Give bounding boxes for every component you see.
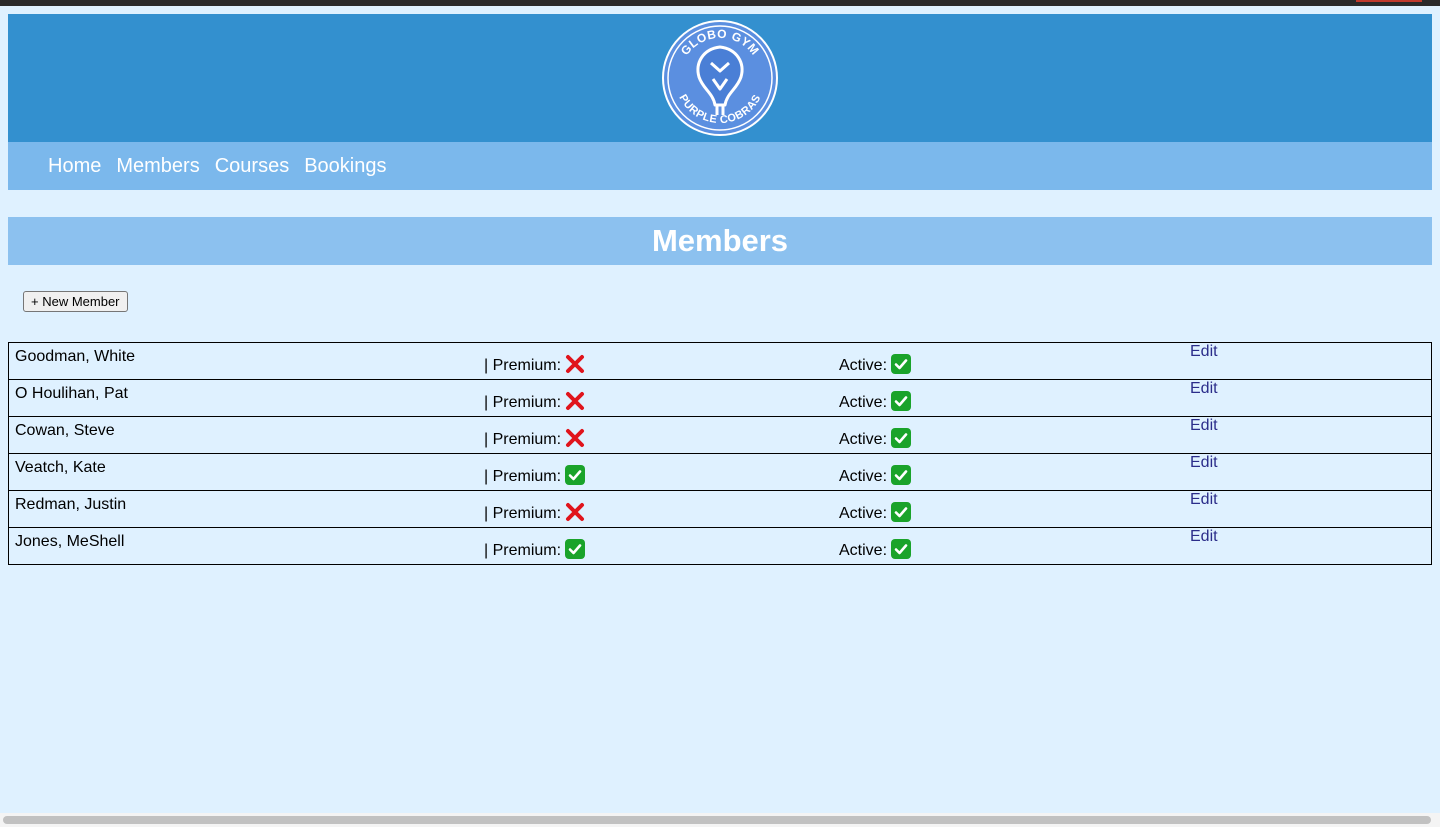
premium-status: | Premium:: [484, 354, 585, 375]
cross-mark-icon: [565, 354, 585, 374]
edit-member-link[interactable]: Edit: [1190, 380, 1218, 398]
edit-member-link[interactable]: Edit: [1190, 343, 1218, 361]
members-list: Goodman, White | Premium: Active: Edit O Hou…: [8, 342, 1432, 565]
cross-mark-icon: [565, 502, 585, 522]
premium-label: | Premium:: [484, 431, 562, 448]
check-mark-icon: [565, 465, 586, 485]
member-row: Veatch, Kate | Premium: Active: Edit: [8, 453, 1432, 491]
browser-top-bar: [0, 0, 1440, 6]
active-status: Active:: [839, 391, 912, 412]
member-name: Goodman, White: [15, 348, 136, 365]
header-banner: GLOBO GYM PURPLE COBRAS: [8, 14, 1432, 142]
member-row: Cowan, Steve | Premium: Active: Edit: [8, 416, 1432, 454]
edit-member-link[interactable]: Edit: [1190, 491, 1218, 509]
active-status: Active:: [839, 428, 912, 449]
main-nav: Home Members Courses Bookings: [8, 142, 1432, 190]
check-mark-icon: [891, 428, 912, 448]
check-mark-icon: [565, 539, 586, 559]
premium-label: | Premium:: [484, 468, 562, 485]
member-name: O Houlihan, Pat: [15, 385, 128, 402]
premium-label: | Premium:: [484, 505, 562, 522]
member-row: Redman, Justin | Premium: Active: Edit: [8, 490, 1432, 528]
nav-bookings-link[interactable]: Bookings: [304, 155, 386, 178]
active-status: Active:: [839, 502, 912, 523]
edit-member-link[interactable]: Edit: [1190, 454, 1218, 472]
member-row: Jones, MeShell | Premium: Active: Edit: [8, 527, 1432, 565]
new-member-button[interactable]: + New Member: [23, 291, 128, 312]
premium-status: | Premium:: [484, 502, 585, 523]
premium-status: | Premium:: [484, 465, 586, 486]
browser-tab-accent: [1356, 0, 1422, 2]
premium-label: | Premium:: [484, 357, 562, 374]
globo-gym-logo: GLOBO GYM PURPLE COBRAS: [662, 20, 778, 136]
cross-mark-icon: [565, 428, 585, 448]
nav-members-link[interactable]: Members: [116, 155, 199, 178]
edit-member-link[interactable]: Edit: [1190, 417, 1218, 435]
member-row: O Houlihan, Pat | Premium: Active: Edit: [8, 379, 1432, 417]
horizontal-scrollbar[interactable]: [0, 813, 1440, 827]
nav-home-link[interactable]: Home: [48, 155, 101, 178]
title-bar: Members: [8, 217, 1432, 265]
check-mark-icon: [891, 539, 912, 559]
premium-status: | Premium:: [484, 539, 586, 560]
active-label: Active:: [839, 542, 888, 559]
premium-status: | Premium:: [484, 428, 585, 449]
premium-status: | Premium:: [484, 391, 585, 412]
active-status: Active:: [839, 465, 912, 486]
active-label: Active:: [839, 468, 888, 485]
active-status: Active:: [839, 539, 912, 560]
premium-label: | Premium:: [484, 542, 562, 559]
page-title: Members: [651, 223, 789, 258]
check-mark-icon: [891, 354, 912, 374]
premium-label: | Premium:: [484, 394, 562, 411]
edit-member-link[interactable]: Edit: [1190, 528, 1218, 546]
active-status: Active:: [839, 354, 912, 375]
member-name: Cowan, Steve: [15, 422, 115, 439]
member-name: Redman, Justin: [15, 496, 127, 513]
active-label: Active:: [839, 431, 888, 448]
active-label: Active:: [839, 505, 888, 522]
member-name: Jones, MeShell: [15, 533, 125, 550]
check-mark-icon: [891, 502, 912, 522]
active-label: Active:: [839, 394, 888, 411]
member-name: Veatch, Kate: [15, 459, 106, 476]
active-label: Active:: [839, 357, 888, 374]
scrollbar-thumb[interactable]: [3, 816, 1431, 824]
nav-courses-link[interactable]: Courses: [215, 155, 289, 178]
check-mark-icon: [891, 391, 912, 411]
page: GLOBO GYM PURPLE COBRAS Home Members Cou…: [8, 14, 1432, 565]
cross-mark-icon: [565, 391, 585, 411]
check-mark-icon: [891, 465, 912, 485]
member-row: Goodman, White | Premium: Active: Edit: [8, 342, 1432, 380]
